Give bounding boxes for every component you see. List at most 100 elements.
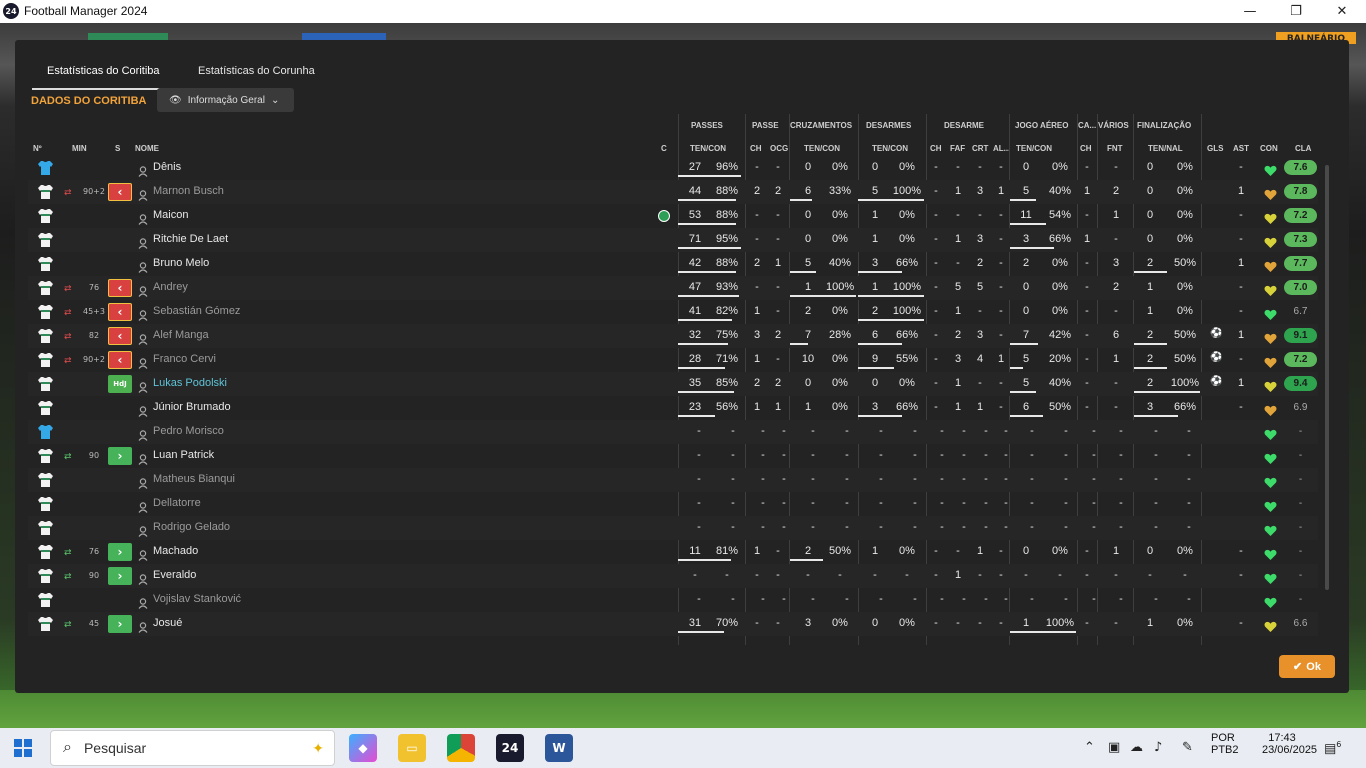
cloud-icon[interactable]: ☁ [1130, 740, 1143, 755]
notification-icon[interactable]: ▤6 [1324, 740, 1341, 756]
player-name[interactable]: Maicon [153, 209, 188, 221]
column-header[interactable]: AST [1233, 144, 1249, 153]
player-name[interactable]: Alef Manga [153, 329, 209, 341]
column-header[interactable]: CLA [1295, 144, 1311, 153]
player-name[interactable]: Rodrigo Gelado [153, 521, 230, 533]
stat-empty: - [1092, 593, 1096, 605]
shirt-icon [37, 208, 54, 224]
player-name[interactable]: Pedro Morisco [153, 425, 224, 437]
player-row[interactable]: Maicon 53 88% - - 0 0% 1 0% - - - - 11 54% - 1 0 0% - 7.2 [28, 204, 1318, 228]
column-header[interactable]: MIN [72, 144, 87, 153]
player-row[interactable]: Júnior Brumado 23 56% 1 1 1 0% 3 66% - 1 1 - 6 50% - - 3 6… [28, 396, 1318, 420]
crosses-attempted: 0 [804, 209, 812, 221]
column-header[interactable]: AL... [993, 144, 1010, 153]
column-header[interactable]: CON [1260, 144, 1278, 153]
assists: - [1239, 617, 1243, 629]
player-row[interactable]: ⇄ 90 › Everaldo - - - - - - - - - 1 - - - - - - - - - - [28, 564, 1318, 588]
crosses-attempted: 0 [804, 377, 812, 389]
player-name[interactable]: Ritchie De Laet [153, 233, 228, 245]
player-row[interactable]: ⇄ 76 › Machado 11 81% 1 - 2 50% 1 0% - - 1 - 0 0% - 1 0 0% - - [28, 540, 1318, 564]
column-header[interactable]: TEN/CON [804, 144, 840, 153]
player-row[interactable]: Matheus Bianqui - - - - - - - - - - - - - - - - - - - [28, 468, 1318, 492]
sub-in-badge: › [108, 543, 132, 561]
column-header[interactable]: CH [1080, 144, 1092, 153]
tab-corunha-stats[interactable]: Estatísticas do Corunha [198, 65, 315, 77]
player-row[interactable]: ⇄ 90+2 ‹ Franco Cervi 28 71% 1 - 10 0% 9 55% - 3 4 1 5 20… [28, 348, 1318, 372]
windows-start-icon[interactable] [14, 739, 32, 757]
column-header[interactable]: TEN/CON [690, 144, 726, 153]
stat-empty: - [731, 449, 735, 461]
player-row[interactable]: Dellatorre - - - - - - - - - - - - - - - - - - - [28, 492, 1318, 516]
player-name[interactable]: Lukas Podolski [153, 377, 227, 389]
column-header[interactable]: S [115, 144, 120, 153]
chevron-up-icon[interactable]: ⌃ [1084, 740, 1095, 755]
player-name[interactable]: Vojislav Stanković [153, 593, 241, 605]
maximize-button[interactable]: ❐ [1273, 0, 1319, 23]
player-row[interactable]: Dênis 27 96% - - 0 0% 0 0% - - - - 0 0% - - 0 0% - 7.6 [28, 156, 1318, 180]
crosses-attempted: 1 [804, 281, 812, 293]
column-header[interactable]: TEN/CON [1016, 144, 1052, 153]
player-name[interactable]: Machado [153, 545, 198, 557]
player-row[interactable]: ⇄ 45 › Josué 31 70% - -3 0% 0 0% - - - -1 100% - -1 0% -6.6 [28, 612, 1318, 636]
minimize-button[interactable]: — [1227, 0, 1273, 23]
chrome-icon[interactable] [447, 734, 475, 762]
player-name[interactable]: Sebastián Gómez [153, 305, 240, 317]
player-row[interactable]: ⇄ 76 ‹ Andrey 47 93% - -1 100% 1 100% -5 5-0 0% -2 1 0% -… [28, 276, 1318, 300]
scrollbar[interactable] [1325, 165, 1329, 590]
column-header[interactable]: TEN/CON [872, 144, 908, 153]
file-explorer-icon[interactable]: ▭ [398, 734, 426, 762]
player-row[interactable]: Bruno Melo 42 88% 2 1 5 40% 3 66% - - 2 - 2 0% - 3 2 50% 1 7… [28, 252, 1318, 276]
ok-button[interactable]: ✔ Ok [1279, 655, 1335, 678]
column-header[interactable]: NOME [135, 144, 159, 153]
column-header[interactable]: C [661, 144, 667, 153]
column-header[interactable]: OCG [770, 144, 788, 153]
player-row[interactable]: Pedro Morisco - - - - - - - - - - - - - - - - - - - [28, 420, 1318, 444]
player-name[interactable]: Dênis [153, 161, 181, 173]
column-header[interactable]: CRT [972, 144, 988, 153]
column-header[interactable]: TEN/NAL [1148, 144, 1183, 153]
copilot-icon[interactable]: ◆ [349, 734, 377, 762]
tab-coritiba-stats[interactable]: Estatísticas do Coritiba [47, 65, 160, 77]
pen-icon[interactable]: ✎ [1182, 740, 1193, 755]
passes-bar [678, 199, 736, 201]
player-name[interactable]: Josué [153, 617, 182, 629]
player-name[interactable]: Matheus Bianqui [153, 473, 235, 485]
player-name[interactable]: Andrey [153, 281, 188, 293]
player-row[interactable]: ⇄ 90 › Luan Patrick - - - - - - - - - - - - - - - - - - - [28, 444, 1318, 468]
player-row[interactable]: HdJ Lukas Podolski 35 85% 2 2 0 0% 0 0% - 1 - - 5 40% - -… [28, 372, 1318, 396]
column-header[interactable]: CH [750, 144, 762, 153]
clock[interactable]: 17:43 23/06/2025 [1262, 732, 1317, 756]
close-button[interactable]: ✕ [1319, 0, 1365, 23]
column-header[interactable]: Nº [33, 144, 42, 153]
player-name[interactable]: Bruno Melo [153, 257, 209, 269]
taskbar-search[interactable]: ⌕ Pesquisar ✦ [50, 730, 335, 766]
player-name[interactable]: Franco Cervi [153, 353, 216, 365]
player-name[interactable]: Marnon Busch [153, 185, 224, 197]
al: 1 [997, 353, 1005, 365]
passes-bar [678, 415, 715, 417]
column-header[interactable]: FAF [950, 144, 965, 153]
football-manager-icon[interactable]: 24 [496, 734, 524, 762]
camera-icon[interactable]: ▣ [1108, 740, 1120, 755]
player-name[interactable]: Everaldo [153, 569, 196, 581]
player-name[interactable]: Dellatorre [153, 497, 201, 509]
word-icon[interactable]: W [545, 734, 573, 762]
language-indicator[interactable]: POR PTB2 [1211, 732, 1239, 756]
column-header[interactable]: CH [930, 144, 942, 153]
player-name[interactable]: Júnior Brumado [153, 401, 231, 413]
player-row[interactable]: Ritchie De Laet 71 95% - - 0 0% 1 0% - 1 3 - 3 66% 1 - 0 0… [28, 228, 1318, 252]
passes-completion: 95% [715, 233, 739, 245]
player-row[interactable]: ⇄ 90+2 ‹ Marnon Busch 44 88% 2 2 6 33% 5 100% -1 3 1 5 4… [28, 180, 1318, 204]
player-row[interactable]: Vojislav Stanković - - - - - - - - - - - - - - - - - - - [28, 588, 1318, 612]
view-selector[interactable]: 👁 Informação Geral ⌄ [157, 88, 294, 112]
player-row[interactable]: ⇄ 82 ‹ Alef Manga 32 75% 3 2 7 28% 6 66% -2 3-7 42% -6 2… [28, 324, 1318, 348]
player-row[interactable]: Rodrigo Gelado - - - - - - - - - - - - - - - - - - - [28, 516, 1318, 540]
column-header[interactable]: GLS [1207, 144, 1223, 153]
player-row[interactable]: ⇄ 45+3 ‹ Sebastián Gómez 41 82% 1-2 0% 2 100% -1- -… [28, 300, 1318, 324]
cards: 2 [976, 257, 984, 269]
shirt-icon [37, 424, 54, 440]
column-header[interactable]: FNT [1107, 144, 1123, 153]
volume-icon[interactable]: ♪ [1154, 740, 1162, 755]
player-name[interactable]: Luan Patrick [153, 449, 214, 461]
chances-created: 1 [774, 401, 782, 413]
